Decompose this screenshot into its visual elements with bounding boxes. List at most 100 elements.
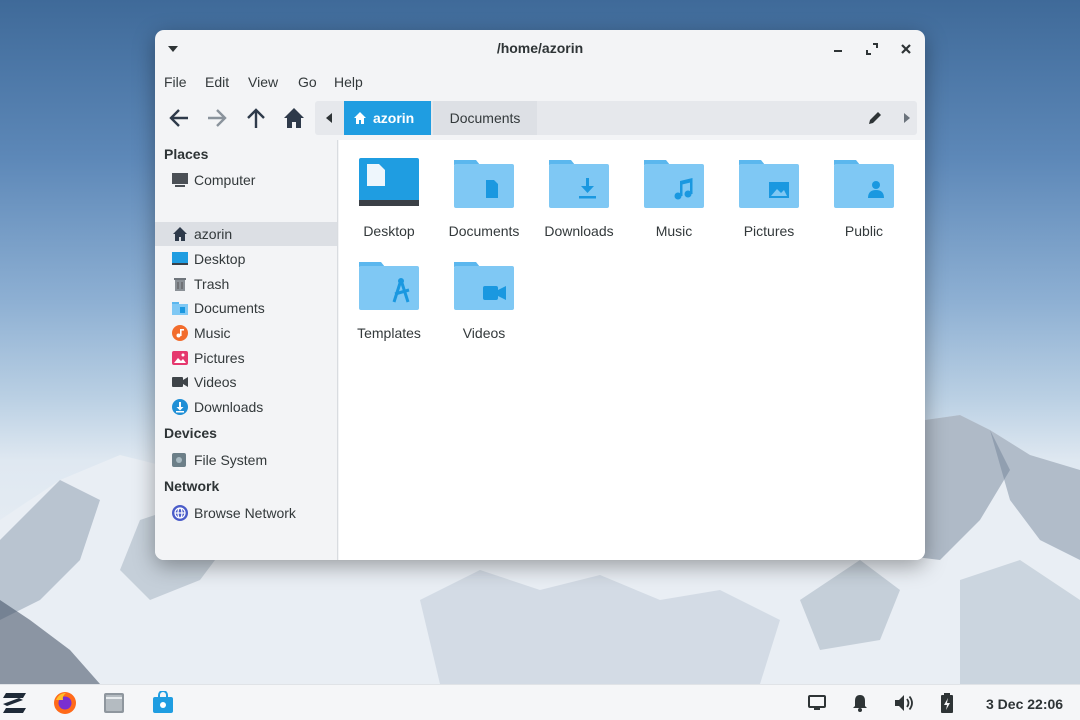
arrow-left-icon	[169, 109, 188, 127]
sidebar-item-azorin[interactable]: azorin	[155, 222, 337, 246]
software-store-launcher[interactable]	[150, 690, 176, 716]
file-item-music[interactable]: Music	[627, 154, 721, 239]
sidebar-item-documents[interactable]: Documents	[155, 296, 337, 320]
public-folder-icon	[834, 160, 894, 208]
sidebar-item-label: Pictures	[194, 350, 245, 366]
close-button[interactable]	[896, 39, 916, 59]
window-title: /home/azorin	[496, 40, 584, 56]
taskbar: 3 Dec 22:06	[0, 684, 1080, 720]
trash-icon	[172, 276, 188, 292]
files-launcher[interactable]	[101, 690, 127, 716]
pictures-icon	[172, 350, 188, 366]
file-item-label: Pictures	[743, 223, 795, 239]
sidebar-item-music[interactable]: Music	[155, 321, 337, 345]
file-item-label: Downloads	[544, 223, 614, 239]
path-bar: azorin Documents	[315, 101, 917, 135]
chevron-left-icon	[326, 113, 332, 123]
sidebar-item-videos[interactable]: Videos	[155, 370, 337, 394]
downloads-icon	[172, 399, 188, 415]
sidebar-item-pictures[interactable]: Pictures	[155, 346, 337, 370]
sidebar-item-label: File System	[194, 452, 268, 468]
minimize-icon	[834, 50, 842, 52]
firefox-icon	[54, 692, 76, 714]
file-item-public[interactable]: Public	[817, 154, 911, 239]
forward-button[interactable]	[203, 104, 231, 132]
file-view: Desktop Documents Downloads Music Pictur…	[339, 140, 925, 560]
sidebar-item-label: Music	[194, 325, 231, 341]
desktop-folder-icon	[359, 158, 419, 206]
store-bag-icon	[153, 691, 173, 713]
toolbar: azorin Documents	[155, 96, 925, 140]
sidebar-item-trash[interactable]: Trash	[155, 272, 337, 296]
maximize-icon	[866, 43, 878, 55]
start-menu-button[interactable]	[2, 690, 28, 716]
sidebar-item-browse-network[interactable]: Browse Network	[155, 501, 337, 525]
file-item-documents[interactable]: Documents	[437, 154, 531, 239]
volume-button[interactable]	[891, 690, 917, 716]
back-button[interactable]	[165, 104, 193, 132]
display-icon	[808, 695, 826, 710]
sidebar-item-label: Documents	[194, 300, 265, 316]
sidebar: Places Computer azorin Desktop Trash Doc…	[155, 140, 338, 560]
breadcrumb-home[interactable]: azorin	[344, 101, 431, 135]
file-item-pictures[interactable]: Pictures	[722, 154, 816, 239]
pencil-icon	[869, 112, 881, 124]
sidebar-item-desktop[interactable]: Desktop	[155, 247, 337, 271]
chevron-right-icon	[904, 113, 910, 123]
music-folder-icon	[644, 160, 704, 208]
file-item-label: Music	[655, 223, 693, 239]
sidebar-item-label: Desktop	[194, 251, 246, 267]
videos-icon	[172, 374, 188, 390]
home-button[interactable]	[280, 104, 308, 132]
breadcrumb-documents[interactable]: Documents	[433, 101, 537, 135]
computer-icon	[172, 172, 188, 188]
speaker-icon	[895, 695, 913, 711]
file-cabinet-icon	[104, 693, 124, 713]
menu-view[interactable]: View	[248, 74, 278, 90]
home-icon	[354, 112, 366, 124]
sidebar-header-places: Places	[164, 146, 209, 162]
sidebar-header-network: Network	[164, 478, 220, 494]
file-item-desktop[interactable]: Desktop	[342, 154, 436, 239]
network-icon	[172, 505, 188, 521]
clock[interactable]: 3 Dec 22:06	[986, 696, 1063, 712]
downloads-folder-icon	[549, 160, 609, 208]
file-item-downloads[interactable]: Downloads	[532, 154, 626, 239]
file-item-label: Templates	[357, 325, 421, 341]
path-scroll-left-button[interactable]	[315, 101, 343, 135]
file-item-templates[interactable]: Templates	[342, 256, 436, 341]
file-manager-window: /home/azorin File Edit View Go Help azor…	[155, 30, 925, 560]
notifications-button[interactable]	[847, 690, 873, 716]
sidebar-item-label: Trash	[194, 276, 230, 292]
templates-folder-icon	[359, 262, 419, 310]
sidebar-item-label: Videos	[194, 374, 237, 390]
zorin-logo-icon	[3, 693, 26, 713]
sidebar-item-label: Downloads	[194, 399, 264, 415]
menu-bar: File Edit View Go Help	[155, 68, 925, 96]
path-scroll-right-button[interactable]	[899, 101, 915, 135]
menu-file[interactable]: File	[164, 74, 187, 90]
battery-button[interactable]	[934, 690, 960, 716]
firefox-launcher[interactable]	[52, 690, 78, 716]
close-icon	[901, 44, 911, 54]
file-item-videos[interactable]: Videos	[437, 256, 531, 341]
sidebar-item-downloads[interactable]: Downloads	[155, 395, 337, 419]
edit-location-button[interactable]	[863, 106, 887, 130]
menu-go[interactable]: Go	[298, 74, 317, 90]
breadcrumb-documents-label: Documents	[449, 110, 521, 126]
sidebar-item-computer[interactable]: Computer	[155, 168, 337, 192]
arrow-right-icon	[208, 109, 227, 127]
sidebar-item-label: Browse Network	[194, 505, 296, 521]
file-item-label: Desktop	[363, 223, 415, 239]
minimize-button[interactable]	[828, 39, 848, 59]
music-icon	[172, 325, 188, 341]
workspace-button[interactable]	[804, 690, 830, 716]
title-bar: /home/azorin	[155, 30, 925, 68]
drive-icon	[172, 452, 188, 468]
up-button[interactable]	[242, 104, 270, 132]
menu-help[interactable]: Help	[334, 74, 363, 90]
maximize-button[interactable]	[862, 39, 882, 59]
sidebar-item-file-system[interactable]: File System	[155, 448, 337, 472]
documents-folder-icon	[454, 160, 514, 208]
menu-edit[interactable]: Edit	[205, 74, 229, 90]
